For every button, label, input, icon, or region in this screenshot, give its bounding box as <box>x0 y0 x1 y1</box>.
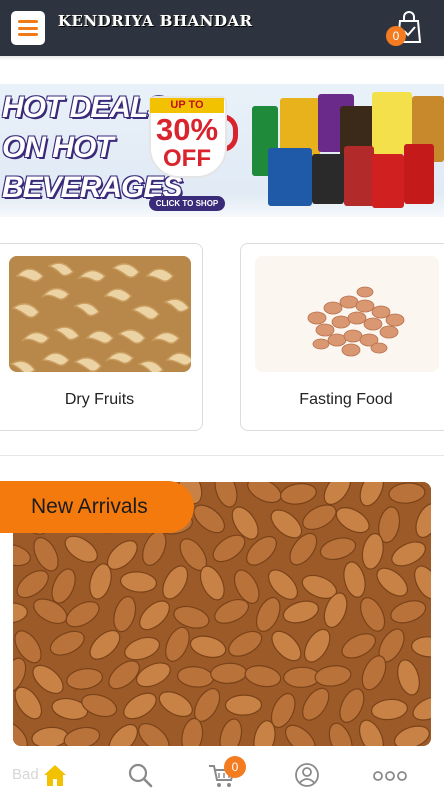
nav-search[interactable] <box>125 760 155 790</box>
nav-account[interactable] <box>292 760 322 790</box>
home-icon <box>44 765 66 786</box>
search-icon <box>128 763 153 788</box>
category-card-fasting-food[interactable]: Fasting Food <box>240 243 444 431</box>
ghost-text: Bad <box>12 766 39 783</box>
offer-upto: UP TO <box>150 98 224 113</box>
app-header: KENDRIYA BHANDAR <box>0 0 444 56</box>
banner-headline: HOT DEALS ON HOT BEVERAGES <box>2 91 182 204</box>
category-label: Dry Fruits <box>64 391 135 408</box>
click-to-shop-button[interactable]: CLICK TO SHOP <box>149 196 225 211</box>
category-card-dry-fruits[interactable]: Dry Fruits <box>0 243 203 431</box>
offer-off: OFF <box>163 145 211 172</box>
section-divider <box>0 455 444 456</box>
product-image <box>372 154 404 208</box>
category-image <box>9 256 191 372</box>
hamburger-icon <box>18 20 38 23</box>
cart-count-badge: 0 <box>386 26 406 46</box>
product-image <box>268 148 312 206</box>
product-image <box>404 144 434 204</box>
offer-percent: 30% <box>155 112 219 147</box>
nav-home[interactable] <box>40 760 70 790</box>
category-image <box>255 256 439 372</box>
category-label: Fasting Food <box>299 391 393 408</box>
menu-button[interactable] <box>11 11 45 45</box>
nav-more[interactable] <box>372 760 408 790</box>
product-image <box>312 154 344 204</box>
product-image <box>344 146 374 206</box>
new-arrivals-tag: New Arrivals <box>0 481 194 533</box>
cart-nav-badge: 0 <box>224 756 246 778</box>
more-icon <box>373 771 407 781</box>
user-icon <box>295 763 319 787</box>
header-shadow <box>0 56 444 60</box>
brand-title: KENDRIYA BHANDAR <box>58 12 253 30</box>
